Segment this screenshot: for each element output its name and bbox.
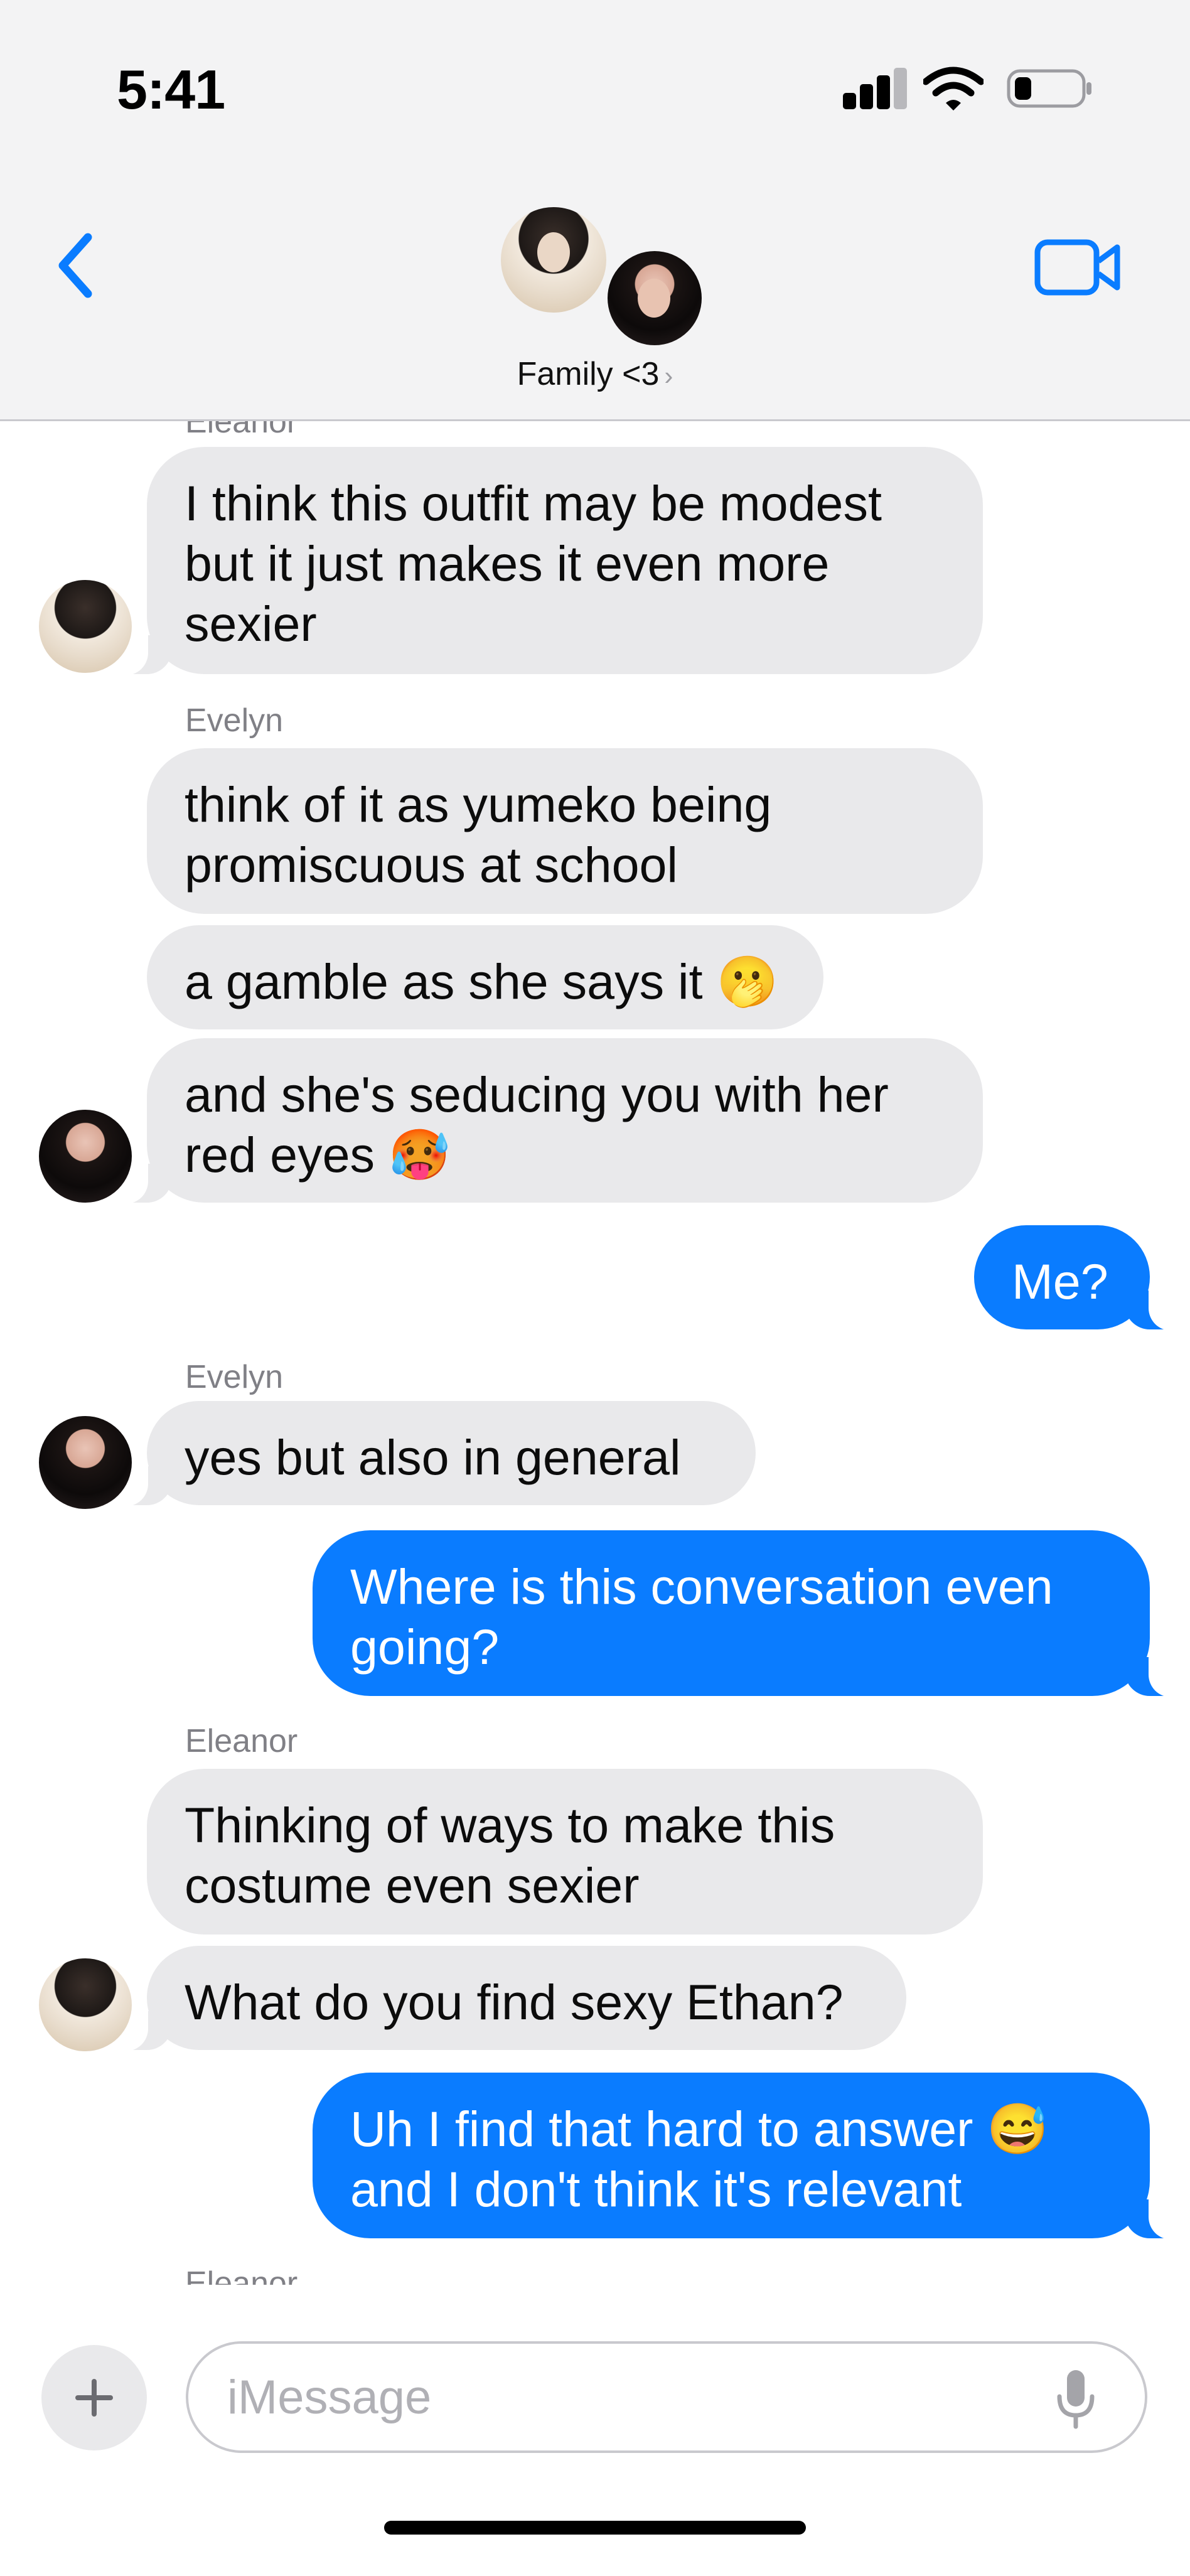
message-text: Uh I find that hard to answer 😅 and I do… (350, 2101, 1049, 2217)
message-bubble-incoming[interactable]: think of it as yumeko being promiscuous … (147, 748, 983, 914)
message-text: and she's seducing you with her red eyes… (185, 1066, 889, 1183)
conversation-header: 5:41 Family <3 › (0, 0, 1190, 421)
message-bubble-outgoing[interactable]: Me? (974, 1225, 1179, 1331)
message-bubble-incoming[interactable]: I think this outfit may be modest but it… (118, 447, 983, 675)
message-composer (0, 2321, 1190, 2576)
group-avatar-eleanor[interactable] (497, 203, 610, 316)
message-bubble-incoming[interactable]: a gamble as she says it 🫢 (147, 925, 823, 1029)
video-camera-icon[interactable] (1034, 237, 1122, 298)
message-text: What do you find sexy Ethan? (185, 1974, 844, 2030)
sender-name: Evelyn (185, 702, 284, 739)
message-text: yes but also in general (185, 1429, 681, 1485)
sender-name: Evelyn (185, 1359, 284, 1395)
wifi-icon (923, 67, 984, 110)
sender-name: Eleanor (185, 2265, 298, 2285)
avatar-eleanor[interactable] (39, 1958, 132, 2051)
message-text: think of it as yumeko being promiscuous … (185, 776, 772, 893)
home-indicator[interactable] (384, 2521, 806, 2535)
message-bubble-incoming[interactable]: What do you find sexy Ethan? (118, 1946, 906, 2051)
message-bubble-incoming[interactable]: yes but also in general (118, 1401, 756, 1506)
message-bubble-incoming[interactable]: and she's seducing you with her red eyes… (118, 1038, 983, 1204)
message-text: Where is this conversation even going? (350, 1559, 1053, 1675)
message-text: a gamble as she says it 🫢 (185, 953, 778, 1009)
group-name-label: Family <3 (517, 356, 660, 392)
avatar-evelyn[interactable] (39, 1416, 132, 1509)
imessage-input[interactable] (186, 2341, 1147, 2453)
plus-icon[interactable] (41, 2345, 147, 2450)
avatar-eleanor[interactable] (39, 580, 132, 673)
group-avatar-evelyn[interactable] (604, 247, 705, 349)
message-bubble-outgoing[interactable]: Where is this conversation even going? (313, 1530, 1179, 1697)
status-time: 5:41 (117, 58, 225, 121)
battery-low-icon (1007, 69, 1091, 108)
message-text: Me? (1012, 1253, 1108, 1309)
message-text: I think this outfit may be modest but it… (185, 475, 882, 652)
group-name[interactable]: Family <3 › (0, 355, 1190, 393)
chevron-right-icon: › (664, 361, 673, 390)
avatar-evelyn[interactable] (39, 1110, 132, 1203)
sender-name: Eleanor (185, 1723, 298, 1759)
microphone-icon[interactable] (1054, 2368, 1097, 2430)
message-bubble-incoming[interactable]: Thinking of ways to make this costume ev… (147, 1769, 983, 1935)
message-bubble-outgoing[interactable]: Uh I find that hard to answer 😅 and I do… (313, 2073, 1179, 2240)
back-chevron-icon[interactable] (38, 218, 113, 313)
cellular-signal-icon (843, 68, 907, 109)
message-list[interactable]: Eleanor I think this outfit may be modes… (0, 419, 1190, 2285)
sender-name: Eleanor (185, 419, 298, 440)
message-text: Thinking of ways to make this costume ev… (185, 1797, 835, 1913)
